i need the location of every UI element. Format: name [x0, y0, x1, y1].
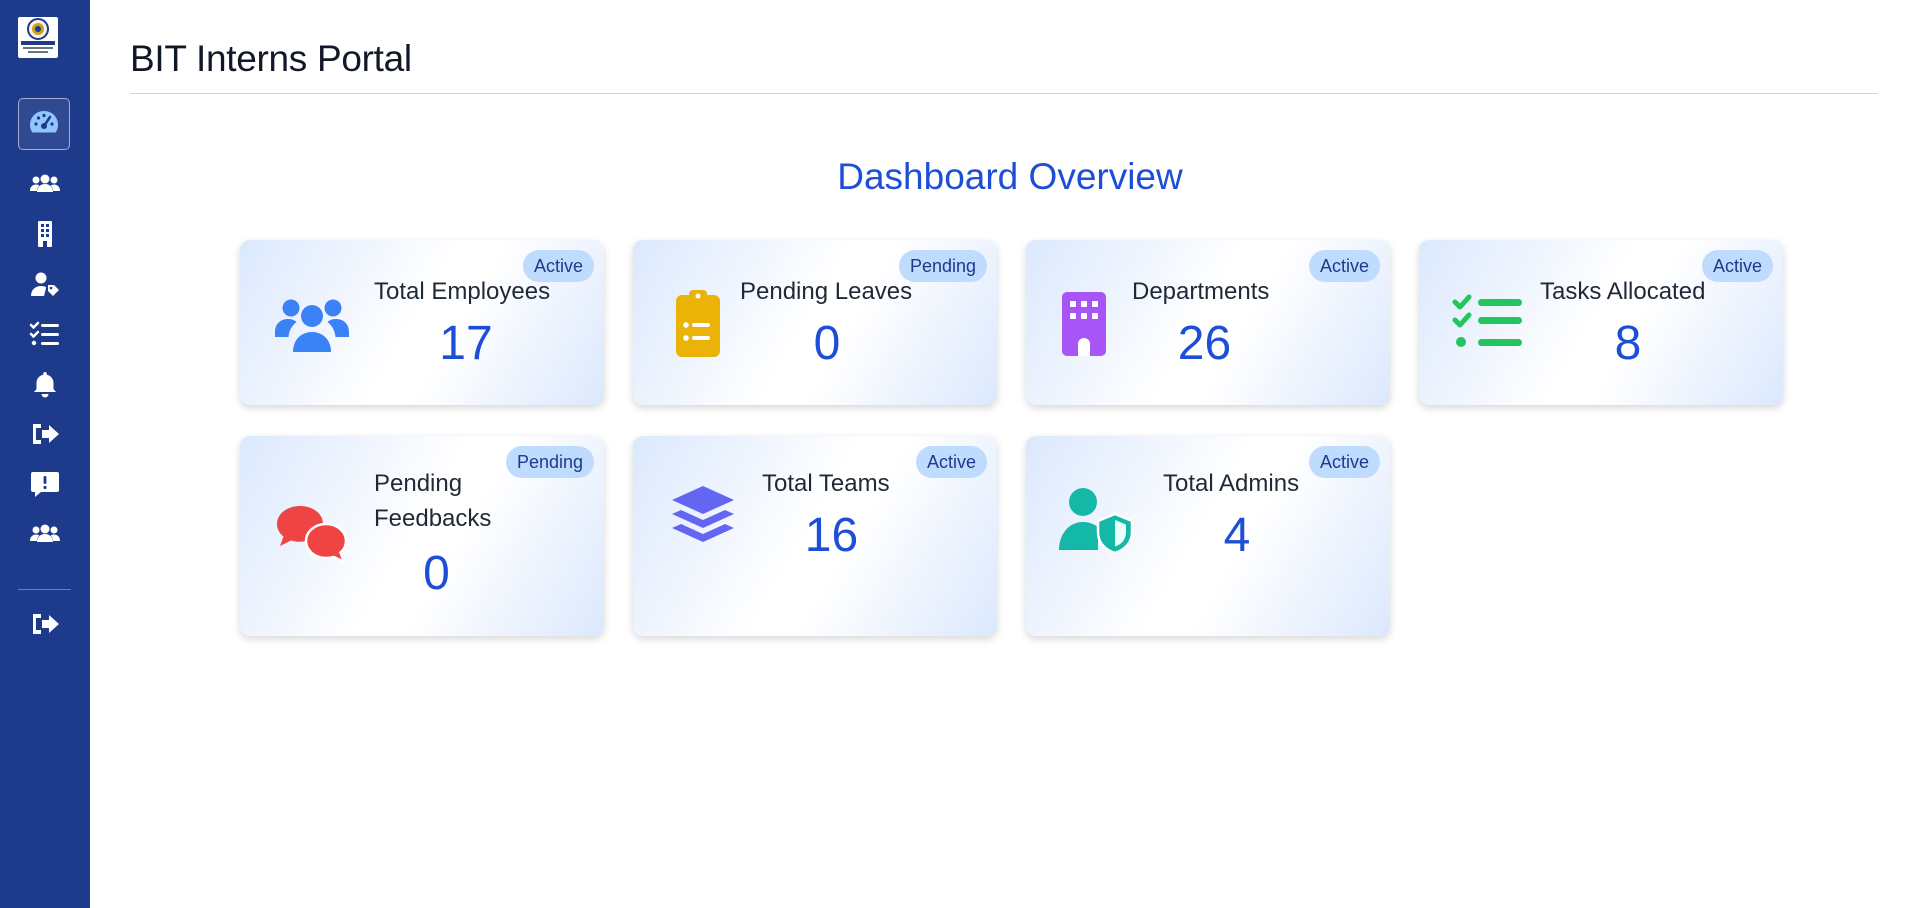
stat-card-tasks-allocated[interactable]: Active Tasks Allocated 8 [1419, 240, 1783, 405]
card-value: 4 [1223, 509, 1251, 562]
nav-sign-out[interactable] [0, 416, 90, 456]
card-label-line2: Feedbacks [374, 505, 492, 532]
card-value: 26 [1177, 317, 1232, 370]
nav-teams[interactable] [0, 516, 90, 556]
page-title: BIT Interns Portal [130, 38, 412, 79]
nav-logout[interactable] [0, 606, 90, 646]
card-value: 0 [423, 547, 450, 600]
nav-notifications[interactable] [0, 366, 90, 406]
stat-card-departments[interactable]: Active Departments 26 [1026, 240, 1390, 405]
logout-icon [29, 610, 61, 643]
sidebar-divider [18, 589, 71, 590]
status-badge: Active [915, 446, 987, 478]
users-icon [272, 284, 352, 364]
card-label: Total Employees [374, 278, 551, 305]
user-tag-icon [29, 270, 61, 303]
task-list-icon [29, 320, 61, 353]
card-value: 16 [804, 509, 859, 562]
card-label: Tasks Allocated [1540, 278, 1706, 305]
card-label: Departments [1132, 278, 1270, 305]
building-icon [1044, 284, 1124, 364]
stat-card-pending-feedbacks[interactable]: Pending Pending Feedbacks 0 [240, 436, 604, 636]
status-badge: Active [1308, 446, 1380, 478]
status-badge: Pending [505, 446, 594, 478]
nav-dashboard[interactable] [18, 98, 70, 150]
stat-card-total-admins[interactable]: Active Total Admins 4 [1026, 436, 1390, 636]
building-icon [29, 220, 61, 253]
nav-tasks[interactable] [0, 316, 90, 356]
dashboard-gauge-icon [28, 108, 60, 141]
card-value: 17 [439, 317, 493, 370]
status-badge: Pending [898, 250, 987, 282]
card-label: Total Teams [762, 470, 890, 497]
stat-card-pending-leaves[interactable]: Pending Pending Leaves 0 [633, 240, 997, 405]
nav-feedback[interactable] [0, 466, 90, 506]
sign-out-icon [29, 420, 61, 453]
card-label-line1: Pending [374, 470, 463, 497]
status-badge: Active [1308, 250, 1380, 282]
comments-icon [272, 496, 352, 576]
clipboard-list-icon [658, 284, 738, 364]
task-list-icon [1449, 284, 1529, 364]
users-icon [29, 170, 61, 203]
layer-group-icon [663, 478, 743, 558]
status-badge: Active [1701, 250, 1773, 282]
card-label: Total Admins [1163, 470, 1300, 497]
sidebar [0, 0, 90, 908]
section-title: Dashboard Overview [837, 156, 1183, 197]
user-shield-icon [1056, 478, 1136, 558]
nav-departments[interactable] [0, 216, 90, 256]
feedback-alert-icon [29, 470, 61, 503]
header-divider [130, 93, 1878, 94]
stat-card-total-teams[interactable]: Active Total Teams 16 [633, 436, 997, 636]
nav-employees[interactable] [0, 166, 90, 206]
stat-card-total-employees[interactable]: Active Total Employees 17 [240, 240, 604, 405]
college-logo [18, 17, 58, 58]
nav-user-roles[interactable] [0, 266, 90, 306]
bell-icon [29, 370, 61, 403]
card-label: Pending Leaves [740, 278, 913, 305]
card-value: 8 [1614, 317, 1642, 370]
card-value: 0 [813, 317, 841, 370]
users-icon [29, 520, 61, 553]
